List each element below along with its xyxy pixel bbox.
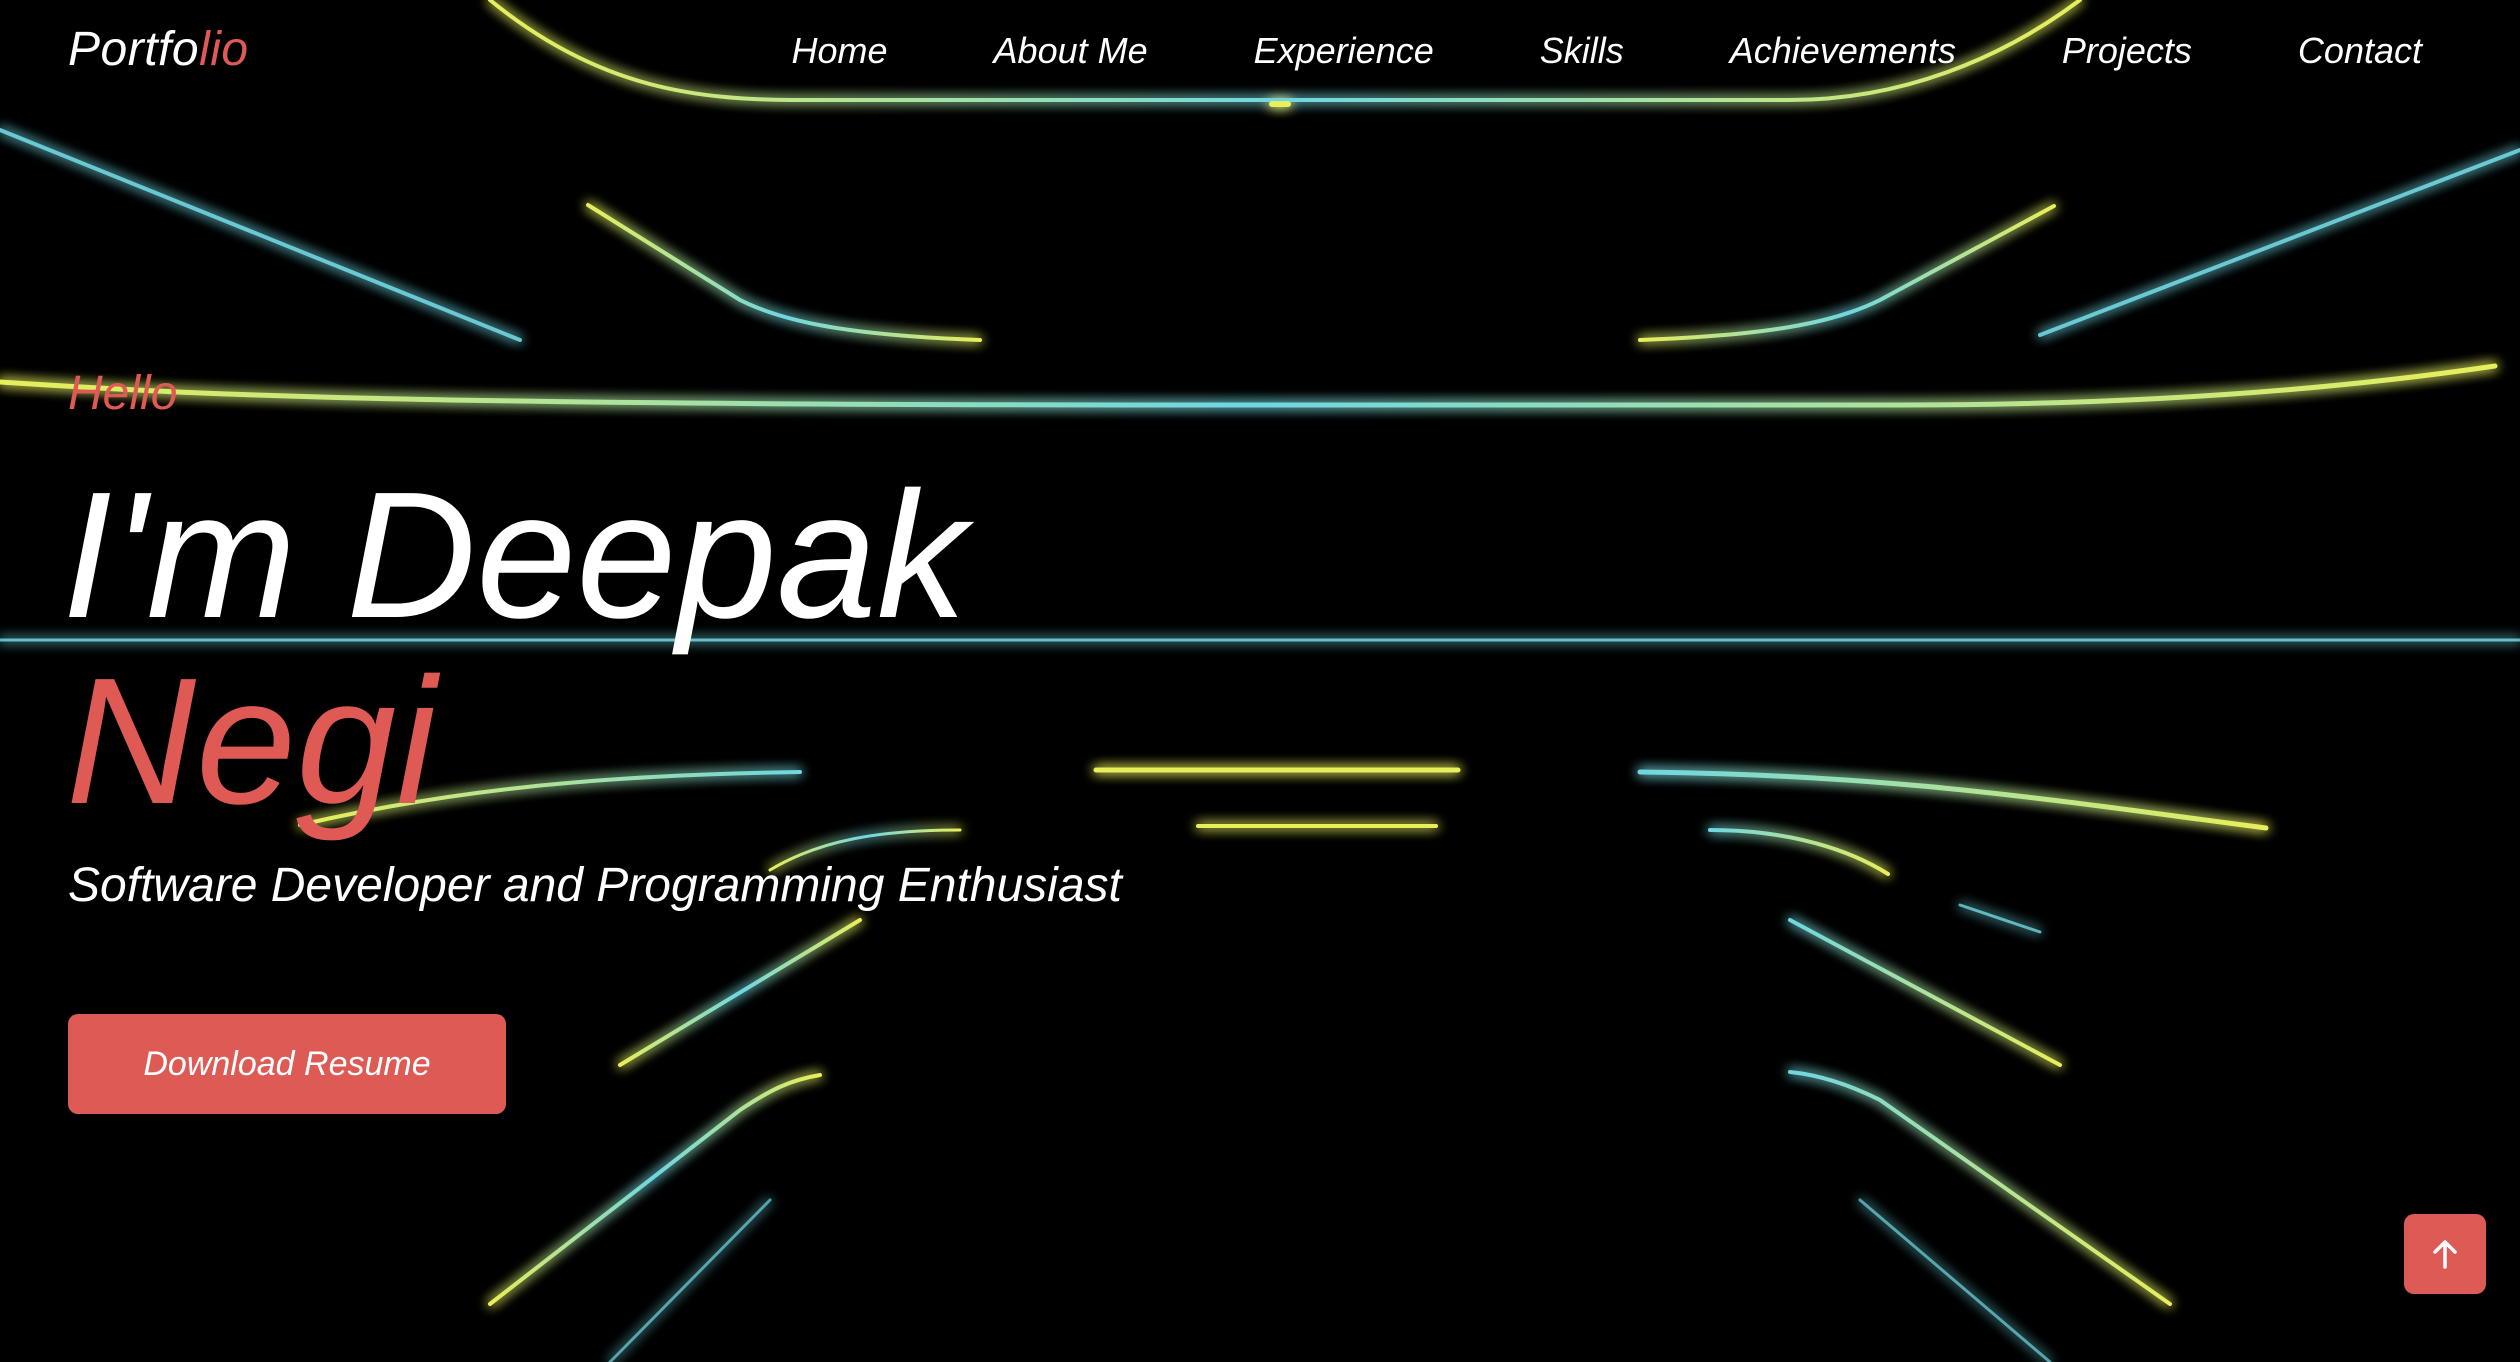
hero-name-last: Negi: [66, 641, 437, 842]
hero-greeting: Hello: [68, 367, 178, 420]
nav-link-skills[interactable]: Skills: [1540, 30, 1624, 72]
nav-link-experience[interactable]: Experience: [1254, 30, 1434, 72]
hero-section: Hello I'm Deepak Negi Software Developer…: [62, 367, 1122, 1114]
nav-link-contact[interactable]: Contact: [2298, 30, 2422, 72]
hero-name-first: I'm Deepak: [62, 455, 967, 656]
nav-link-projects[interactable]: Projects: [2062, 30, 2192, 72]
download-resume-button[interactable]: Download Resume: [68, 1014, 506, 1114]
scroll-to-top-button[interactable]: [2404, 1214, 2486, 1294]
logo-text-accent: lio: [199, 23, 249, 76]
nav-link-home[interactable]: Home: [792, 30, 888, 72]
logo-text-main: Portfo: [68, 23, 200, 76]
nav-link-achievements[interactable]: Achievements: [1730, 30, 1956, 72]
nav-links: Home About Me Experience Skills Achievem…: [686, 30, 2422, 72]
nav-link-about-me[interactable]: About Me: [994, 30, 1148, 72]
top-navbar: Portfolio Home About Me Experience Skill…: [0, 0, 2520, 110]
site-logo[interactable]: Portfolio: [68, 22, 249, 77]
arrow-up-icon: [2433, 1240, 2457, 1269]
hero-tagline: Software Developer and Programming Enthu…: [68, 859, 1122, 912]
